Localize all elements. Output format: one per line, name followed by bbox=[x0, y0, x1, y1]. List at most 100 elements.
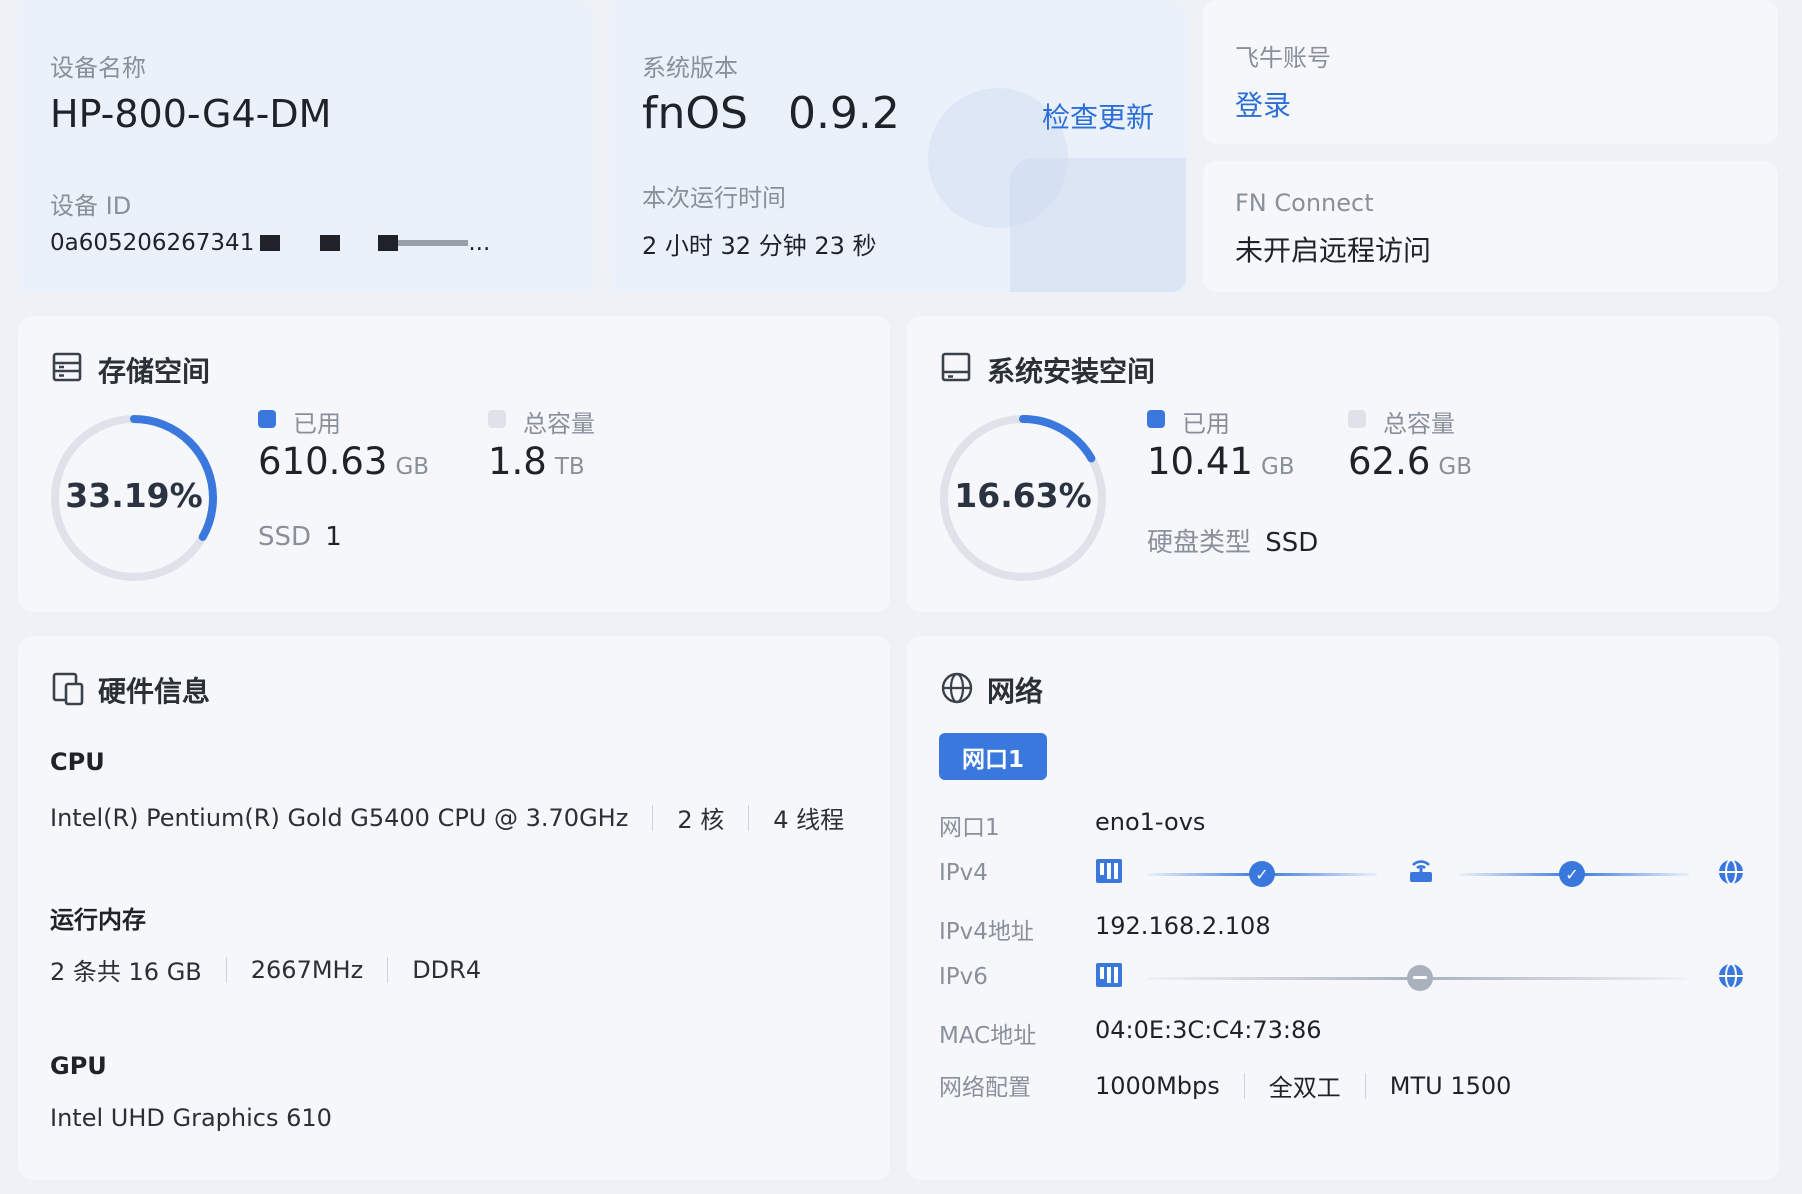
legend-used-swatch bbox=[258, 410, 276, 428]
page: 设备名称 HP-800-G4-DM 设备 ID 0a605206267341 .… bbox=[0, 0, 1802, 1194]
check-icon: ✓ bbox=[1249, 861, 1275, 887]
ipv4-address-label: IPv4地址 bbox=[939, 919, 1034, 945]
memory-label: 运行内存 bbox=[50, 906, 146, 934]
storage-used-value: 610.63 bbox=[258, 440, 388, 483]
uptime-label: 本次运行时间 bbox=[642, 184, 786, 212]
duplex-mode: 全双工 bbox=[1268, 1074, 1341, 1102]
ipv4-address-value: 192.168.2.108 bbox=[1095, 912, 1271, 940]
storage-title: 存储空间 bbox=[98, 355, 211, 388]
nas-device-icon bbox=[1095, 858, 1123, 888]
router-icon bbox=[1407, 856, 1435, 888]
fn-connect-label: FN Connect bbox=[1235, 189, 1374, 217]
ssd-count: 1 bbox=[325, 522, 342, 552]
storage-icon bbox=[52, 352, 82, 386]
system-install-card[interactable]: 系统安装空间 16.63% 已用 10.41 GB 总容量 62.6 GB 硬盘类型… bbox=[907, 316, 1779, 612]
hardware-title: 硬件信息 bbox=[98, 675, 211, 708]
mac-value: 04:0E:3C:C4:73:86 bbox=[1095, 1016, 1322, 1044]
device-id-text: 0a605206267341 bbox=[50, 230, 255, 256]
cpu-threads: 4 线程 bbox=[773, 806, 845, 834]
link-speed: 1000Mbps bbox=[1095, 1071, 1220, 1100]
cpu-label: CPU bbox=[50, 748, 105, 776]
storage-used-unit: GB bbox=[395, 454, 430, 480]
port-label: 网口1 bbox=[939, 815, 1000, 841]
gpu-model: Intel UHD Graphics 610 bbox=[50, 1104, 332, 1132]
mac-label: MAC地址 bbox=[939, 1023, 1037, 1049]
system-install-percent: 16.63% bbox=[954, 476, 1092, 515]
nas-device-icon bbox=[1095, 962, 1123, 992]
tab-port-1[interactable]: 网口1 bbox=[939, 733, 1047, 780]
memory-info: 2 条共 16 GB 2667MHz DDR4 bbox=[50, 952, 481, 987]
memory-frequency: 2667MHz bbox=[250, 955, 364, 984]
redaction-mark bbox=[398, 240, 469, 246]
disconnected-icon bbox=[1407, 965, 1433, 991]
memory-type: DDR4 bbox=[412, 955, 482, 984]
account-label: 飞牛账号 bbox=[1235, 44, 1331, 72]
os-name: fnOS bbox=[642, 88, 748, 139]
os-version: 0.9.2 bbox=[787, 88, 900, 139]
background-decoration bbox=[1010, 158, 1186, 292]
mtu: MTU 1500 bbox=[1389, 1071, 1512, 1100]
memory-size: 2 条共 16 GB bbox=[50, 958, 202, 986]
disk-type-label: 硬盘类型 bbox=[1147, 528, 1252, 558]
system-version-label: 系统版本 bbox=[642, 54, 738, 82]
system-install-used-label: 已用 bbox=[1182, 410, 1230, 438]
system-install-used-unit: GB bbox=[1260, 454, 1295, 480]
system-version-value: fnOS 0.9.2 bbox=[642, 88, 900, 139]
device-card: 设备名称 HP-800-G4-DM 设备 ID 0a605206267341 .… bbox=[18, 0, 593, 292]
config-value: 1000Mbps 全双工 MTU 1500 bbox=[1095, 1068, 1511, 1103]
hardware-card: 硬件信息 CPU Intel(R) Pentium(R) Gold G5400 … bbox=[18, 636, 890, 1180]
cpu-cores: 2 核 bbox=[677, 806, 725, 834]
fn-connect-card[interactable]: FN Connect 未开启远程访问 bbox=[1203, 161, 1778, 292]
storage-ssd: SSD 1 bbox=[258, 522, 342, 552]
divider bbox=[1243, 1072, 1245, 1099]
ipv6-label: IPv6 bbox=[939, 964, 988, 990]
divider bbox=[225, 956, 227, 983]
cpu-info: Intel(R) Pentium(R) Gold G5400 CPU @ 3.7… bbox=[50, 800, 844, 835]
internet-globe-icon bbox=[1717, 962, 1745, 994]
login-link[interactable]: 登录 bbox=[1235, 84, 1291, 124]
storage-card[interactable]: 存储空间 33.19% 已用 610.63 GB 总容量 1.8 TB SSD 1 bbox=[18, 316, 890, 612]
disk-type-value: SSD bbox=[1265, 528, 1319, 558]
network-title: 网络 bbox=[987, 675, 1044, 708]
device-id-value: 0a605206267341 ... bbox=[50, 230, 490, 256]
storage-total: 1.8 TB bbox=[488, 440, 585, 483]
config-label: 网络配置 bbox=[939, 1075, 1031, 1101]
system-install-total-unit: GB bbox=[1438, 454, 1472, 480]
device-name-label: 设备名称 bbox=[50, 54, 146, 82]
device-id-label: 设备 ID bbox=[50, 192, 132, 220]
device-name-value: HP-800-G4-DM bbox=[50, 92, 332, 136]
fn-connect-status: 未开启远程访问 bbox=[1235, 234, 1432, 267]
check-update-link[interactable]: 检查更新 bbox=[1042, 96, 1154, 136]
storage-total-unit: TB bbox=[554, 454, 585, 480]
legend-used-swatch bbox=[1147, 410, 1165, 428]
disk-icon bbox=[941, 352, 971, 386]
account-card: 飞牛账号 登录 bbox=[1203, 0, 1778, 144]
internet-globe-icon bbox=[1717, 858, 1745, 890]
network-card: 网络 网口1 网口1 eno1-ovs IPv4 ✓ ✓ IPv4地址 192.… bbox=[907, 636, 1779, 1180]
system-install-used-value: 10.41 bbox=[1147, 440, 1253, 483]
system-install-total: 62.6 GB bbox=[1348, 440, 1472, 483]
legend-total-swatch bbox=[488, 410, 506, 428]
redaction-mark bbox=[378, 235, 399, 251]
disk-type: 硬盘类型 SSD bbox=[1147, 522, 1318, 559]
storage-total-value: 1.8 bbox=[488, 440, 547, 483]
devices-icon bbox=[52, 672, 84, 710]
divider bbox=[748, 804, 750, 831]
uptime-value: 2 小时 32 分钟 23 秒 bbox=[642, 232, 877, 260]
check-icon: ✓ bbox=[1559, 861, 1585, 887]
ipv4-label: IPv4 bbox=[939, 860, 988, 886]
device-id-ellipsis: ... bbox=[468, 230, 491, 256]
divider bbox=[387, 956, 389, 983]
storage-used: 610.63 GB bbox=[258, 440, 429, 483]
redaction-mark bbox=[260, 235, 281, 251]
ssd-label: SSD bbox=[258, 522, 312, 552]
port-value: eno1-ovs bbox=[1095, 808, 1206, 836]
system-install-title: 系统安装空间 bbox=[987, 355, 1156, 388]
legend-total-swatch bbox=[1348, 410, 1366, 428]
redaction-mark bbox=[320, 235, 341, 251]
system-install-used: 10.41 GB bbox=[1147, 440, 1295, 483]
divider bbox=[1364, 1072, 1366, 1099]
globe-icon bbox=[941, 672, 973, 708]
gpu-label: GPU bbox=[50, 1052, 107, 1080]
divider bbox=[652, 804, 654, 831]
